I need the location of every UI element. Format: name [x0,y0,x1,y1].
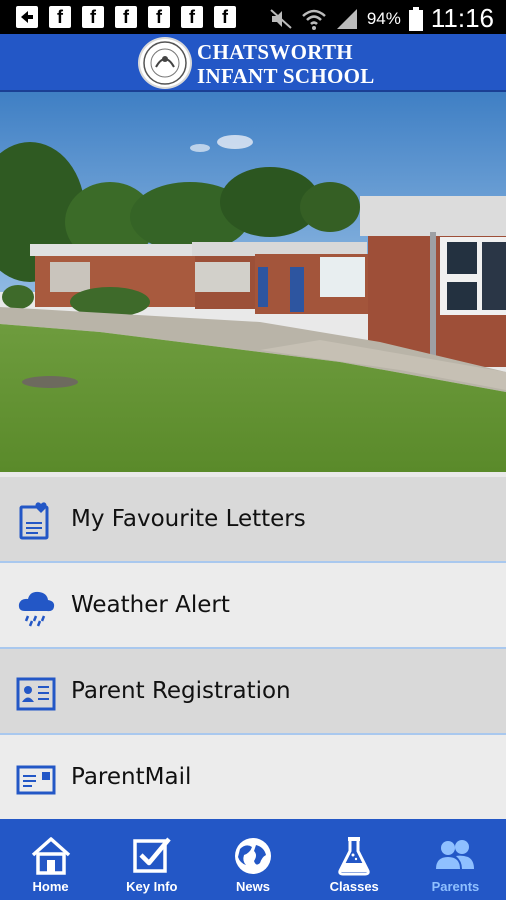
nav-key-info[interactable]: Key Info [101,819,202,900]
bottom-navigation: Home Key Info News Classes Parents [0,819,506,900]
notification-icons: f f f f f f [16,6,236,28]
flask-icon [338,837,370,876]
nav-home[interactable]: Home [0,819,101,900]
registration-card-icon [16,677,56,711]
nav-label: Parents [431,879,480,894]
facebook-icon: f [115,6,137,28]
favourite-letters-icon [19,502,49,540]
parents-icon [436,840,475,869]
nav-news[interactable]: News [202,819,303,900]
menu-item-my-favourite-letters[interactable]: My Favourite Letters [0,477,506,563]
nav-label: Home [32,879,69,894]
menu-item-label: My Favourite Letters [71,506,306,532]
home-icon [31,837,70,875]
nav-label: Classes [329,879,379,894]
school-logo [138,37,192,89]
weather-cloud-icon [18,591,55,627]
signal-icon [336,8,357,29]
school-photo [0,92,506,472]
nav-parents[interactable]: Parents [405,819,506,900]
battery-icon [408,6,423,31]
back-icon [16,6,38,28]
app-header: CHATSWORTH INFANT SCHOOL [0,34,506,92]
battery-percent: 94% [366,8,401,28]
nav-label: Key Info [126,879,178,894]
facebook-icon: f [214,6,236,28]
facebook-icon: f [49,6,71,28]
school-name: CHATSWORTH INFANT SCHOOL [197,40,375,88]
school-name-line2: INFANT SCHOOL [197,64,375,88]
nav-classes[interactable]: Classes [304,819,405,900]
globe-icon [235,838,271,874]
mail-card-icon [16,765,56,795]
checkmark-icon [133,837,171,873]
menu-item-parentmail[interactable]: ParentMail [0,735,506,821]
menu-item-label: Parent Registration [71,678,291,704]
parents-menu: My Favourite Letters Weather Alert Paren… [0,477,506,821]
facebook-icon: f [181,6,203,28]
wifi-icon [301,9,326,30]
facebook-icon: f [82,6,104,28]
clock: 11:16 [430,3,494,33]
status-bar: f f f f f f 94% 11:16 [0,0,506,34]
menu-item-weather-alert[interactable]: Weather Alert [0,563,506,649]
menu-item-label: Weather Alert [71,592,230,618]
menu-item-label: ParentMail [71,764,192,790]
nav-label: News [236,879,270,894]
menu-item-parent-registration[interactable]: Parent Registration [0,649,506,735]
facebook-icon: f [148,6,170,28]
school-name-line1: CHATSWORTH [197,40,353,64]
system-icons: 94% 11:16 [269,3,494,34]
mute-icon [270,8,292,29]
